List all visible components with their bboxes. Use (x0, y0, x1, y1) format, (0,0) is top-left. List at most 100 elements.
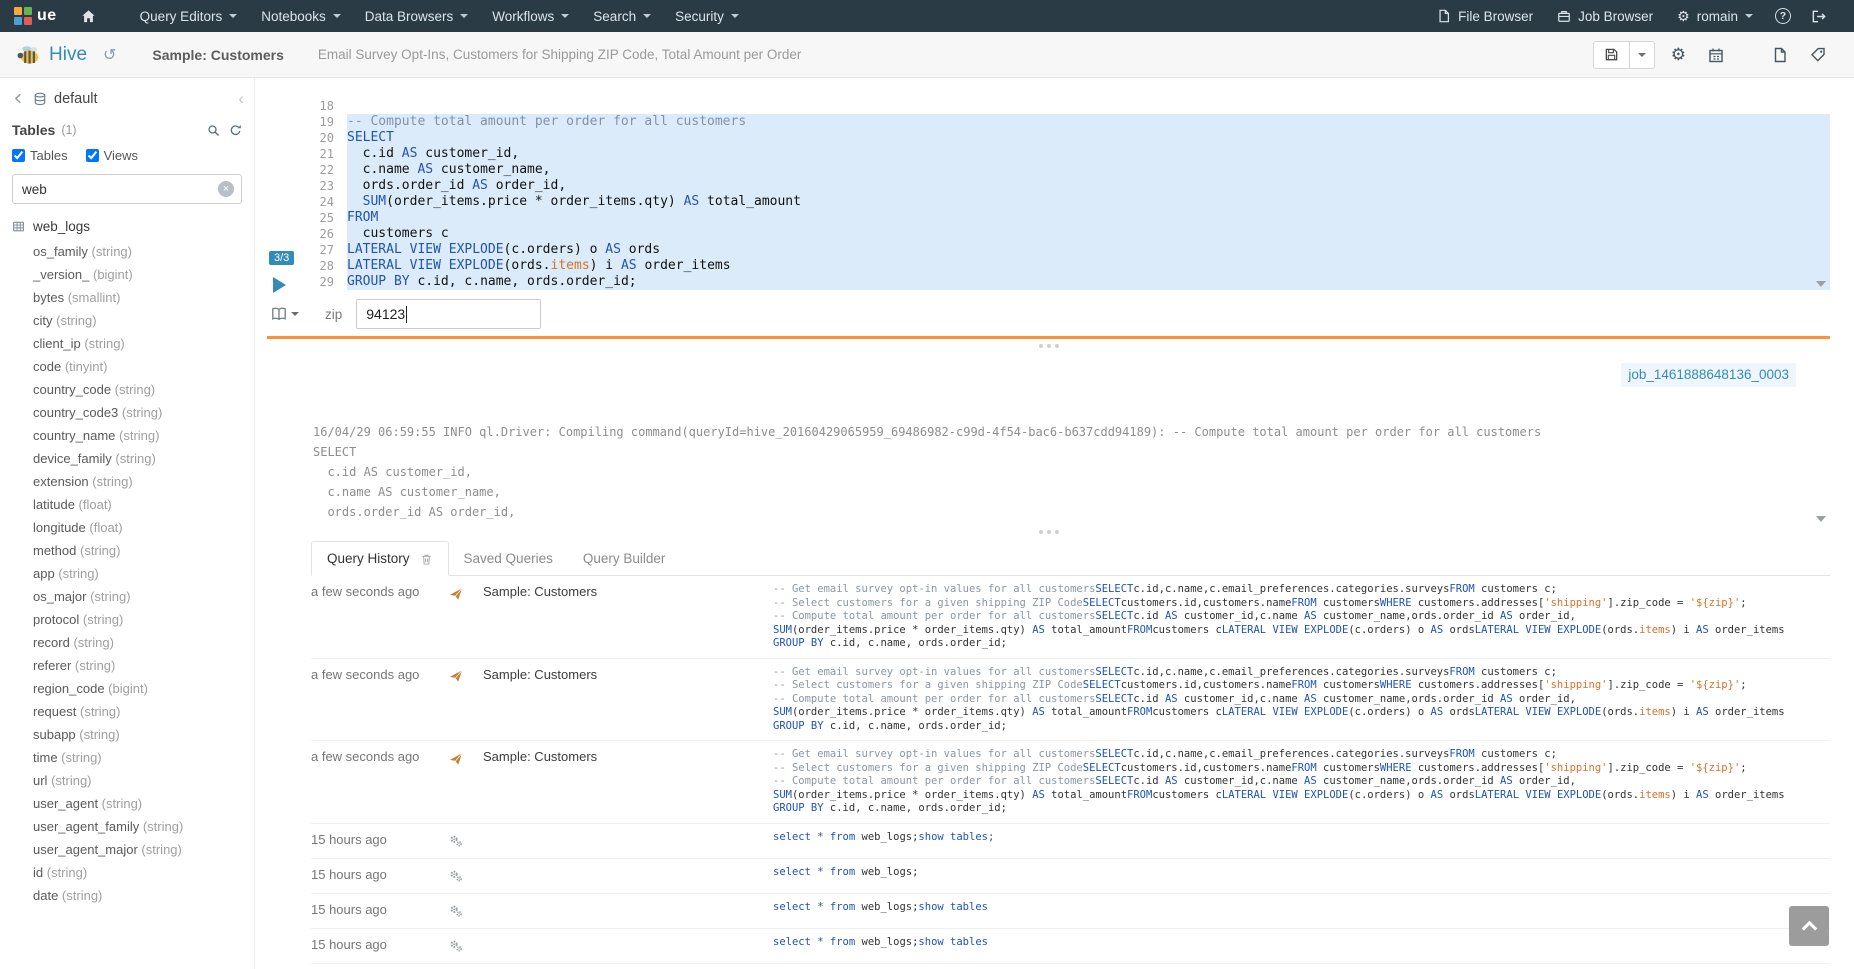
history-row[interactable]: a few seconds agoSample: Customers-- Get… (311, 741, 1830, 824)
history-row[interactable]: 15 hours agoselect * from web_logs;show … (311, 964, 1830, 969)
column-item[interactable]: country_code (string) (0, 378, 254, 401)
logout-button[interactable] (1801, 0, 1836, 32)
views-checkbox[interactable] (86, 149, 99, 162)
menu-workflows[interactable]: Workflows (480, 0, 581, 32)
filter-tables-toggle[interactable]: Tables (12, 148, 68, 163)
code-segment: web_logs; (862, 866, 919, 878)
execute-button[interactable] (273, 277, 286, 293)
code-editor[interactable]: 181920212223242526272829 -- Compute tota… (309, 98, 1830, 290)
resize-handle[interactable] (267, 339, 1830, 353)
save-dropdown-button[interactable] (1630, 41, 1655, 69)
hue-logo[interactable]: ue (14, 7, 57, 25)
column-item[interactable]: country_name (string) (0, 424, 254, 447)
hive-app-link[interactable]: Hive (16, 42, 87, 68)
column-item[interactable]: country_code3 (string) (0, 401, 254, 424)
column-item[interactable]: city (string) (0, 309, 254, 332)
column-item[interactable]: latitude (float) (0, 493, 254, 516)
column-type: (string) (88, 244, 132, 259)
variable-input[interactable]: 94123 (356, 299, 541, 329)
editor-scroll-down-icon[interactable] (1816, 281, 1826, 287)
column-item[interactable]: app (string) (0, 562, 254, 585)
help-button[interactable]: ? (1765, 0, 1801, 32)
database-selector[interactable]: default (54, 91, 98, 107)
code-segment: 'shipping' (1544, 679, 1607, 691)
menu-data-browsers[interactable]: Data Browsers (353, 0, 481, 32)
code-segment: customer_id,c.name (1178, 610, 1304, 622)
schedule-button[interactable] (1702, 45, 1730, 65)
table-filter-input[interactable] (12, 174, 242, 204)
column-item[interactable]: user_agent_major (string) (0, 838, 254, 861)
column-item[interactable]: request (string) (0, 700, 254, 723)
column-item[interactable]: protocol (string) (0, 608, 254, 631)
menu-notebooks[interactable]: Notebooks (249, 0, 353, 32)
recent-queries-icon[interactable]: ↺ (103, 45, 116, 65)
job-link[interactable]: job_1461888648136_0003 (1621, 363, 1796, 387)
column-item[interactable]: url (string) (0, 769, 254, 792)
new-query-button[interactable] (1766, 45, 1794, 65)
history-row[interactable]: 15 hours agoselect * from web_logs;show … (311, 929, 1830, 964)
history-name: Sample: Customers (483, 748, 773, 764)
gears-icon (449, 936, 483, 956)
back-to-databases-button[interactable] (12, 92, 25, 105)
column-name: user_agent_major (33, 842, 138, 857)
column-item[interactable]: client_ip (string) (0, 332, 254, 355)
table-search-button[interactable] (207, 124, 220, 137)
file-browser-link[interactable]: File Browser (1425, 0, 1545, 32)
column-item[interactable]: subapp (string) (0, 723, 254, 746)
user-gear-icon: ⚙ (1677, 9, 1690, 23)
log-scroll-down-icon[interactable] (1816, 516, 1826, 522)
settings-gear-icon: ⚙ (1671, 46, 1686, 63)
clear-search-icon[interactable]: × (218, 181, 234, 197)
column-item[interactable]: user_agent (string) (0, 792, 254, 815)
history-row[interactable]: 15 hours agoselect * from web_logs; (311, 859, 1830, 894)
tab-query-builder[interactable]: Query Builder (568, 541, 681, 576)
scroll-to-top-button[interactable] (1789, 906, 1829, 946)
code-segment: total_amount (699, 194, 801, 209)
settings-button[interactable]: ⚙ (1665, 44, 1692, 65)
filter-views-toggle[interactable]: Views (86, 148, 138, 163)
column-item[interactable]: record (string) (0, 631, 254, 654)
history-row[interactable]: a few seconds agoSample: Customers-- Get… (311, 576, 1830, 659)
menu-security[interactable]: Security (663, 0, 751, 32)
history-row[interactable]: a few seconds agoSample: Customers-- Get… (311, 659, 1830, 742)
column-item[interactable]: extension (string) (0, 470, 254, 493)
hue-logo-icon (14, 7, 32, 25)
user-menu[interactable]: ⚙romain (1665, 0, 1765, 32)
column-item[interactable]: time (string) (0, 746, 254, 769)
resize-handle[interactable] (267, 525, 1830, 539)
column-item[interactable]: user_agent_family (string) (0, 815, 254, 838)
column-item[interactable]: device_family (string) (0, 447, 254, 470)
home-button[interactable] (71, 0, 106, 32)
column-item[interactable]: referer (string) (0, 654, 254, 677)
column-item[interactable]: date (string) (0, 884, 254, 907)
column-item[interactable]: longitude (float) (0, 516, 254, 539)
menu-search[interactable]: Search (581, 0, 663, 32)
presentation-mode-button[interactable] (271, 306, 311, 322)
code-line: c.id AS customer_id, (347, 146, 1830, 162)
code-segment: select * from (773, 866, 862, 878)
job-browser-link[interactable]: Job Browser (1545, 0, 1665, 32)
column-item[interactable]: os_family (string) (0, 240, 254, 263)
table-item-web-logs[interactable]: web_logs (0, 214, 254, 239)
column-item[interactable]: bytes (smallint) (0, 286, 254, 309)
tags-button[interactable] (1804, 45, 1832, 65)
table-refresh-button[interactable] (229, 124, 242, 137)
column-item[interactable]: _version_ (bigint) (0, 263, 254, 286)
history-row[interactable]: 15 hours agoselect * from web_logs;show … (311, 894, 1830, 929)
tab-query-history[interactable]: Query History (311, 541, 449, 576)
menu-query-editors[interactable]: Query Editors (128, 0, 250, 32)
tables-checkbox[interactable] (12, 149, 25, 162)
chevron-down-icon (1638, 53, 1646, 57)
clear-history-button[interactable] (420, 551, 433, 566)
tab-saved-queries[interactable]: Saved Queries (449, 541, 568, 576)
hive-logo-icon (16, 42, 42, 68)
column-item[interactable]: method (string) (0, 539, 254, 562)
history-row[interactable]: 15 hours agoselect * from web_logs;show … (311, 824, 1830, 859)
column-item[interactable]: region_code (bigint) (0, 677, 254, 700)
column-item[interactable]: id (string) (0, 861, 254, 884)
save-button[interactable] (1593, 41, 1630, 69)
code-segment: ) i (1671, 624, 1696, 636)
column-item[interactable]: code (tinyint) (0, 355, 254, 378)
collapse-panel-button[interactable]: ‹ (238, 90, 244, 107)
column-item[interactable]: os_major (string) (0, 585, 254, 608)
